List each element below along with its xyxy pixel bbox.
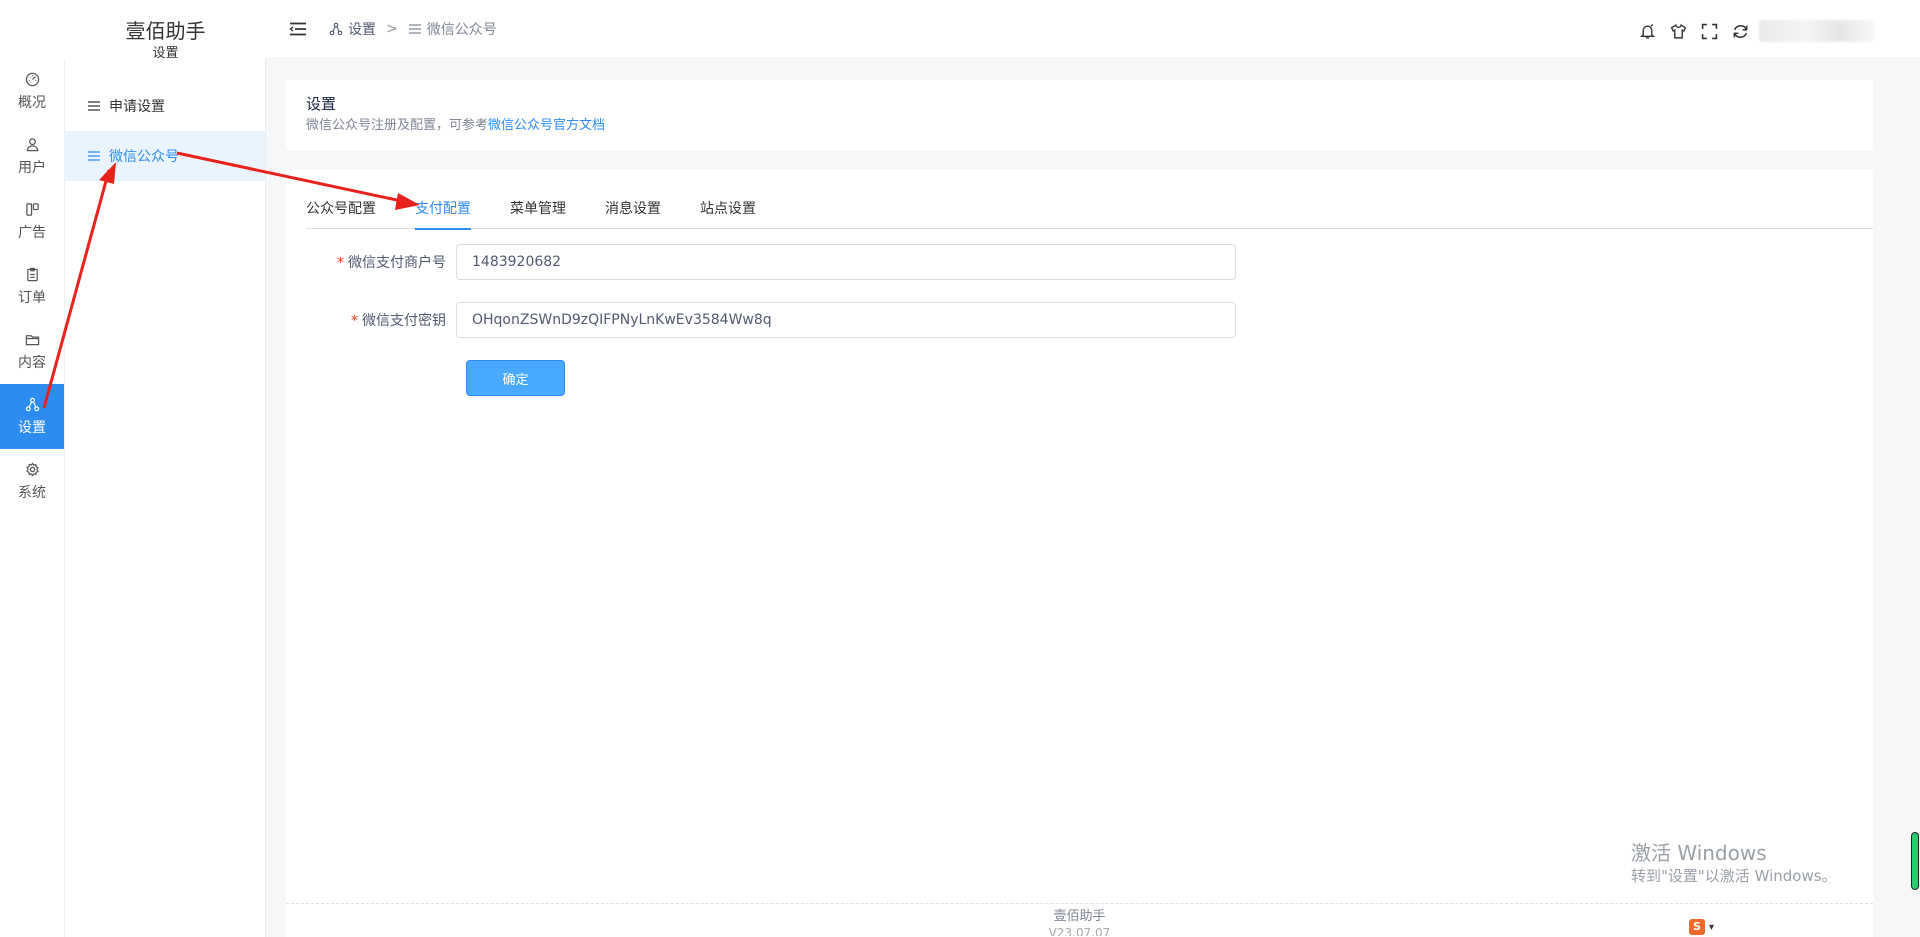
app-name: 壹佰助手	[125, 19, 206, 43]
menu-collapse-icon[interactable]	[289, 22, 307, 36]
breadcrumb-current: 微信公众号	[426, 22, 497, 38]
tshirt-icon[interactable]	[1670, 23, 1687, 40]
watermark-line-2: 转到"设置"以激活 Windows。	[1631, 867, 1837, 885]
page-scrollbar[interactable]	[1907, 59, 1920, 937]
menu-list-icon	[88, 101, 100, 111]
sub-menu: 申请设置 微信公众号	[65, 59, 266, 937]
submenu-item-wechat-official[interactable]: 微信公众号	[65, 131, 265, 181]
rail-item-overview[interactable]: 概况	[0, 59, 64, 124]
page-footer: 壹佰助手 V23.07.07 S ▾	[286, 903, 1873, 937]
rail-item-content[interactable]: 内容	[0, 319, 64, 384]
breadcrumb-separator: >	[386, 21, 398, 37]
merchant-key-input[interactable]	[456, 302, 1236, 338]
required-mark: *	[351, 313, 358, 329]
ime-badge[interactable]: S ▾	[1689, 916, 1729, 937]
ime-logo-icon: S	[1689, 919, 1705, 935]
main-nav-rail: 概况 用户 广告 订单 内容 设置 系统	[0, 59, 65, 937]
user-icon	[26, 137, 38, 151]
rail-item-system[interactable]: 系统	[0, 449, 64, 514]
footer-app-name: 壹佰助手	[1053, 909, 1106, 924]
rail-item-label: 概况	[18, 94, 46, 111]
rail-item-orders[interactable]: 订单	[0, 254, 64, 319]
official-docs-link[interactable]: 微信公众号官方文档	[488, 118, 605, 133]
caret-down-icon: ▾	[1709, 921, 1715, 933]
rail-item-label: 用户	[18, 159, 46, 176]
gear-icon	[25, 461, 39, 477]
top-header: 设置 > 微信公众号	[266, 0, 1920, 59]
tab-official-account-config[interactable]: 公众号配置	[306, 198, 376, 229]
network-icon	[25, 397, 39, 411]
watermark-line-1: 激活 Windows	[1631, 841, 1767, 865]
form-row-merchant-id: * 微信支付商户号	[286, 244, 1236, 280]
network-icon	[329, 22, 343, 36]
header-toolbar	[1625, 20, 1874, 42]
rail-item-label: 内容	[18, 354, 46, 371]
merchant-id-label-text: 微信支付商户号	[348, 255, 446, 271]
bell-icon[interactable]	[1639, 23, 1656, 40]
rail-item-ads[interactable]: 广告	[0, 189, 64, 254]
settings-tabs: 公众号配置 支付配置 菜单管理 消息设置 站点设置	[306, 198, 1873, 230]
tab-menu-management[interactable]: 菜单管理	[510, 198, 566, 229]
page-description-text: 微信公众号注册及配置，可参考	[306, 118, 489, 133]
fullscreen-icon[interactable]	[1701, 23, 1718, 40]
required-mark: *	[337, 255, 344, 271]
tab-payment-config[interactable]: 支付配置	[415, 198, 471, 230]
page-header-card: 设置 微信公众号注册及配置，可参考微信公众号官方文档	[286, 80, 1873, 150]
rail-item-label: 订单	[18, 289, 46, 306]
submenu-item-apply-settings[interactable]: 申请设置	[65, 81, 265, 131]
rail-item-label: 系统	[18, 484, 46, 501]
rail-item-users[interactable]: 用户	[0, 124, 64, 189]
tab-site-settings[interactable]: 站点设置	[700, 198, 756, 229]
submenu-item-label: 申请设置	[109, 99, 165, 115]
breadcrumb: 设置 > 微信公众号	[329, 19, 497, 39]
ad-icon	[25, 202, 39, 216]
merchant-key-label-text: 微信支付密钥	[362, 313, 446, 329]
refresh-icon[interactable]	[1732, 23, 1749, 40]
rail-item-label: 广告	[18, 224, 46, 241]
logo-area: 壹佰助手 设置	[65, 0, 266, 62]
tab-message-settings[interactable]: 消息设置	[605, 198, 661, 229]
menu-list-icon	[408, 24, 421, 34]
merchant-id-input[interactable]	[456, 244, 1236, 280]
merchant-key-label: * 微信支付密钥	[286, 310, 456, 330]
menu-list-icon	[88, 151, 100, 161]
windows-activation-watermark: 激活 Windows 转到"设置"以激活 Windows。	[1631, 840, 1837, 886]
clipboard-icon	[26, 267, 38, 281]
scrollbar-thumb[interactable]	[1911, 832, 1919, 890]
folder-icon	[25, 334, 39, 345]
merchant-id-label: * 微信支付商户号	[286, 252, 456, 272]
submenu-item-label: 微信公众号	[109, 149, 179, 165]
page-title: 设置	[306, 95, 337, 113]
user-info-blurred[interactable]	[1759, 20, 1874, 42]
form-row-merchant-key: * 微信支付密钥	[286, 302, 1236, 338]
rail-top-spacer	[0, 0, 65, 59]
rail-item-label: 设置	[18, 419, 46, 436]
breadcrumb-root[interactable]: 设置	[348, 19, 376, 39]
dashboard-icon	[25, 72, 39, 86]
page-description: 微信公众号注册及配置，可参考微信公众号官方文档	[306, 117, 1853, 135]
confirm-button[interactable]: 确定	[466, 360, 565, 396]
settings-card: 公众号配置 支付配置 菜单管理 消息设置 站点设置 *微信支付商户号 *微信支付…	[286, 170, 1873, 904]
footer-version: V23.07.07	[1048, 926, 1111, 936]
rail-item-settings[interactable]: 设置	[0, 384, 64, 449]
